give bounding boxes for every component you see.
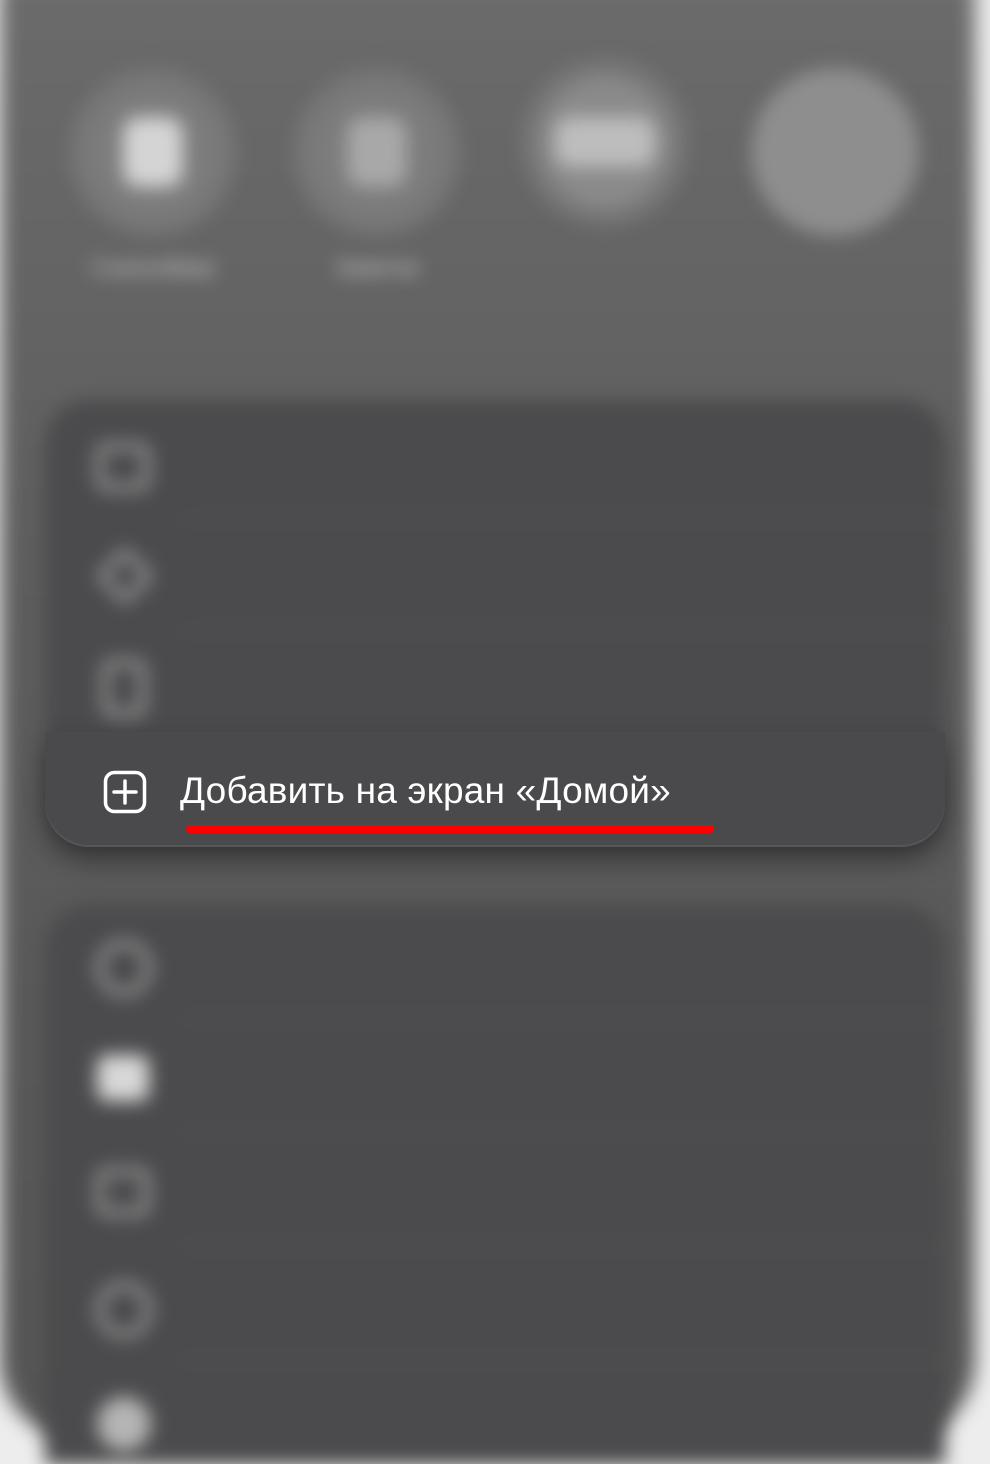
markup-icon xyxy=(97,1055,149,1101)
action-row-1[interactable] xyxy=(45,408,945,520)
action-row-5[interactable] xyxy=(45,1019,945,1131)
find-on-page-icon xyxy=(103,660,145,716)
cloud-icon xyxy=(97,1283,151,1337)
app-label: Снапсейвер xyxy=(91,255,215,280)
app-label: Заметки xyxy=(334,255,420,280)
star-icon xyxy=(96,547,154,605)
app-shortcut-1[interactable]: Снапсейвер xyxy=(68,68,238,284)
plus-square-icon xyxy=(103,770,147,814)
app-shortcuts-row: Снапсейвер Заметки xyxy=(30,50,960,380)
action-row-4[interactable] xyxy=(45,905,945,1017)
action-row-8[interactable] xyxy=(45,1361,945,1464)
app-icon xyxy=(521,58,689,226)
action-group-2 xyxy=(45,905,945,1464)
share-sheet-screen: Снапсейвер Заметки Добавить на экран «До… xyxy=(0,0,990,1464)
compass-icon xyxy=(97,1397,151,1451)
action-row-3[interactable] xyxy=(45,632,945,744)
highlight-underline xyxy=(186,825,714,833)
app-shortcut-2[interactable]: Заметки xyxy=(292,68,462,284)
home-icon xyxy=(97,1169,149,1215)
person-circle-icon xyxy=(97,941,151,995)
app-icon xyxy=(751,68,919,236)
app-shortcut-3[interactable] xyxy=(520,58,690,242)
action-row-2[interactable] xyxy=(45,520,945,632)
app-shortcut-4[interactable] xyxy=(750,68,920,252)
action-row-7[interactable] xyxy=(45,1247,945,1359)
app-icon xyxy=(69,68,237,236)
book-open-icon xyxy=(97,444,149,490)
action-row-6[interactable] xyxy=(45,1133,945,1245)
app-icon xyxy=(293,68,461,236)
add-to-home-screen-label: Добавить на экран «Домой» xyxy=(180,770,671,811)
